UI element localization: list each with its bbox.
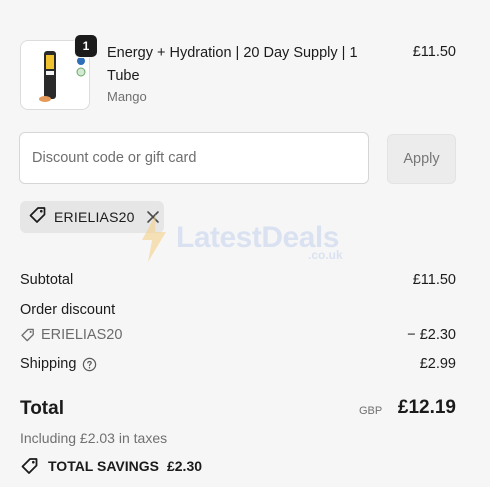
order-discount-row: ERIELIAS20 − £2.30	[20, 327, 456, 347]
watermark-subtext: .co.uk	[308, 248, 343, 262]
savings-label: TOTAL SAVINGS	[48, 458, 159, 474]
tag-icon	[20, 327, 36, 343]
order-discount-label: Order discount	[20, 302, 116, 318]
total-savings: TOTAL SAVINGS £2.30	[20, 456, 202, 476]
subtotal-row: Subtotal £11.50	[20, 272, 456, 288]
product-price: £11.50	[412, 44, 456, 60]
product-variant: Mango	[107, 89, 147, 104]
quantity-badge: 1	[74, 34, 98, 58]
subtotal-value: £11.50	[412, 272, 456, 288]
tag-icon	[20, 456, 40, 476]
cart-line-item: 1 Energy + Hydration | 20 Day Supply | 1…	[20, 34, 456, 110]
shipping-row: Shipping £2.99	[20, 356, 456, 372]
help-icon[interactable]	[82, 357, 97, 372]
shipping-value: £2.99	[419, 356, 456, 372]
apply-button[interactable]: Apply	[387, 134, 456, 184]
order-discount-label-row: Order discount	[20, 302, 456, 318]
product-title: Energy + Hydration | 20 Day Supply | 1 T…	[107, 45, 358, 84]
total-label: Total	[20, 398, 64, 419]
total-amount: £12.19	[397, 397, 456, 418]
taxes-note: Including £2.03 in taxes	[20, 430, 168, 446]
discount-code-label: ERIELIAS20	[41, 327, 123, 343]
shipping-label: Shipping	[20, 356, 77, 372]
discount-code-input[interactable]	[19, 132, 369, 184]
applied-discount-code: ERIELIAS20	[54, 209, 135, 225]
latestdeals-watermark: LatestDeals .co.uk	[140, 214, 343, 262]
currency-code: GBP	[359, 405, 383, 417]
discount-value: − £2.30	[407, 327, 456, 343]
tag-icon	[28, 205, 48, 230]
subtotal-label: Subtotal	[20, 272, 74, 288]
savings-value: £2.30	[166, 458, 203, 474]
lightning-icon	[142, 214, 166, 262]
